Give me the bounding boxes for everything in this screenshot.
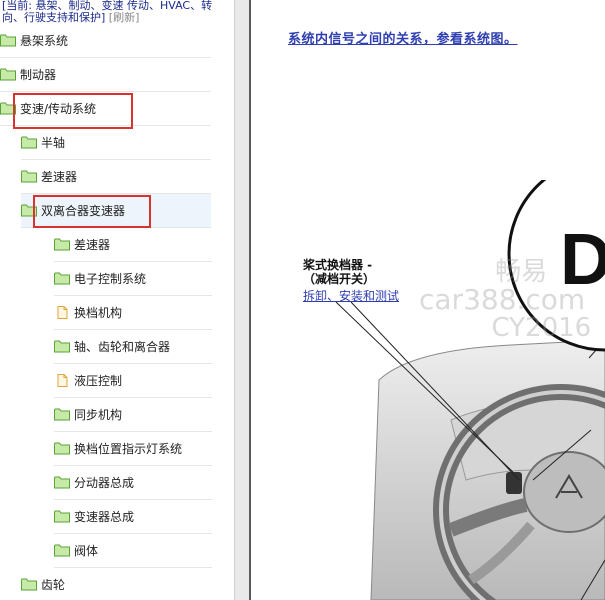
callout-title-line1: 桨式换档器 - bbox=[303, 258, 373, 272]
tree-item[interactable]: 换档位置指示灯系统 bbox=[54, 432, 212, 466]
folder-icon bbox=[54, 442, 70, 455]
steering-wheel-illustration: D bbox=[335, 180, 605, 600]
folder-icon bbox=[54, 408, 70, 421]
document-pane: 系统内信号之间的关系，参看系统图。 D 桨式换档器 - （减档开关） 拆卸、安装… bbox=[251, 0, 605, 600]
tree-item-label: 变速器总成 bbox=[74, 510, 135, 524]
folder-icon bbox=[54, 544, 70, 557]
tree-item-label: 换档位置指示灯系统 bbox=[74, 442, 183, 456]
tree-item-label: 阀体 bbox=[74, 544, 99, 558]
folder-icon bbox=[21, 170, 37, 183]
document-icon bbox=[57, 374, 68, 387]
tree-item[interactable]: 同步机构 bbox=[54, 398, 212, 432]
folder-icon bbox=[54, 476, 70, 489]
system-diagram-link[interactable]: 系统内信号之间的关系，参看系统图。 bbox=[288, 28, 518, 47]
tree-item-label: 分动器总成 bbox=[74, 476, 135, 490]
tree-item-label: 同步机构 bbox=[74, 408, 123, 422]
tree-item[interactable]: 差速器 bbox=[54, 228, 212, 262]
navigation-tree-pane: [当前: 悬架、制动、变速 传动、HVAC、转向、行驶支持和保护] [刷新] 悬… bbox=[0, 0, 234, 600]
tree-item-label: 电子控制系统 bbox=[74, 272, 147, 286]
folder-icon bbox=[0, 68, 16, 81]
breadcrumb: [当前: 悬架、制动、变速 传动、HVAC、转向、行驶支持和保护] [刷新] bbox=[2, 0, 230, 24]
breadcrumb-text: [当前: 悬架、制动、变速 传动、HVAC、转向、行驶支持和保护] bbox=[2, 0, 213, 24]
tree-item[interactable]: 双离合器变速器 bbox=[21, 194, 211, 228]
tree-item-label: 变速/传动系统 bbox=[20, 102, 97, 116]
tree-item[interactable]: 变速/传动系统 bbox=[0, 92, 211, 126]
tree-item-label: 齿轮 bbox=[41, 578, 66, 592]
paddle-shifter-callout-title: 桨式换档器 - （减档开关） bbox=[303, 258, 375, 286]
folder-icon bbox=[21, 578, 37, 591]
diagram-letter-label: D bbox=[560, 220, 605, 300]
tree-item[interactable]: 半轴 bbox=[21, 126, 211, 160]
tree-item-label: 差速器 bbox=[41, 170, 78, 184]
document-icon bbox=[57, 306, 68, 319]
refresh-link[interactable]: [刷新] bbox=[109, 11, 140, 24]
folder-icon bbox=[0, 102, 16, 115]
tree-item[interactable]: 分动器总成 bbox=[54, 466, 212, 500]
tree-item-label: 轴、齿轮和离合器 bbox=[74, 340, 171, 354]
tree-item-label: 制动器 bbox=[20, 68, 57, 82]
tree-item-label: 半轴 bbox=[41, 136, 66, 150]
tree-item[interactable]: 换档机构 bbox=[54, 296, 212, 330]
tree-item[interactable]: 差速器 bbox=[21, 160, 211, 194]
tree-item[interactable]: 齿轮 bbox=[21, 568, 211, 600]
tree-item-label: 差速器 bbox=[74, 238, 111, 252]
folder-icon bbox=[0, 34, 16, 47]
tree-item-label: 换档机构 bbox=[74, 306, 123, 320]
tree-item[interactable]: 变速器总成 bbox=[54, 500, 212, 534]
folder-icon bbox=[54, 340, 70, 353]
tree-item-label: 双离合器变速器 bbox=[41, 204, 126, 218]
folder-icon bbox=[21, 204, 37, 217]
folder-icon bbox=[54, 510, 70, 523]
tree-item[interactable]: 悬架系统 bbox=[0, 24, 211, 58]
folder-icon bbox=[21, 136, 37, 149]
tree-item[interactable]: 液压控制 bbox=[54, 364, 212, 398]
tree-item[interactable]: 轴、齿轮和离合器 bbox=[54, 330, 212, 364]
folder-icon bbox=[54, 238, 70, 251]
tree-item-label: 液压控制 bbox=[74, 374, 123, 388]
tree-item[interactable]: 阀体 bbox=[54, 534, 212, 568]
callout-title-line2: （减档开关） bbox=[303, 272, 376, 286]
tree-item[interactable]: 制动器 bbox=[0, 58, 211, 92]
pane-splitter-scrollbar[interactable] bbox=[234, 0, 251, 600]
remove-install-test-link[interactable]: 拆卸、安装和测试 bbox=[303, 287, 399, 304]
tree-item[interactable]: 电子控制系统 bbox=[54, 262, 212, 296]
folder-icon bbox=[54, 272, 70, 285]
tree-item-label: 悬架系统 bbox=[20, 34, 69, 48]
